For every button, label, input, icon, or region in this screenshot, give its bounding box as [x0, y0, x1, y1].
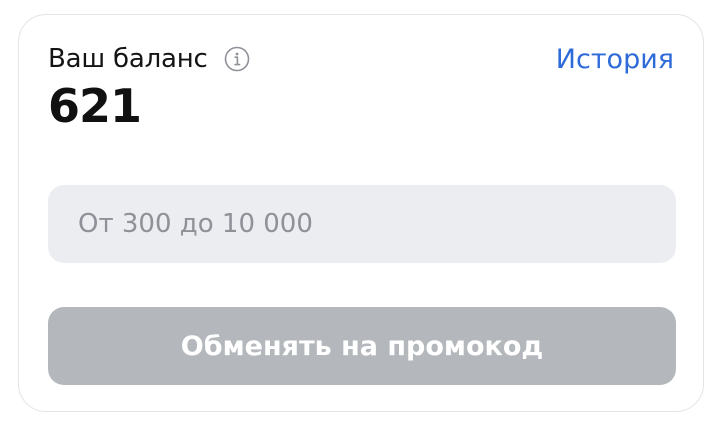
title-group: Ваш баланс	[48, 44, 250, 74]
balance-title: Ваш баланс	[48, 44, 208, 74]
balance-header: Ваш баланс История	[48, 39, 674, 79]
info-icon[interactable]	[224, 46, 250, 72]
history-link[interactable]: История	[556, 44, 674, 75]
exchange-promocode-button[interactable]: Обменять на промокод	[48, 307, 676, 385]
amount-input[interactable]	[48, 185, 676, 263]
balance-value: 621	[48, 79, 142, 133]
balance-card: Ваш баланс История 621 Обменять на промо…	[18, 14, 704, 412]
